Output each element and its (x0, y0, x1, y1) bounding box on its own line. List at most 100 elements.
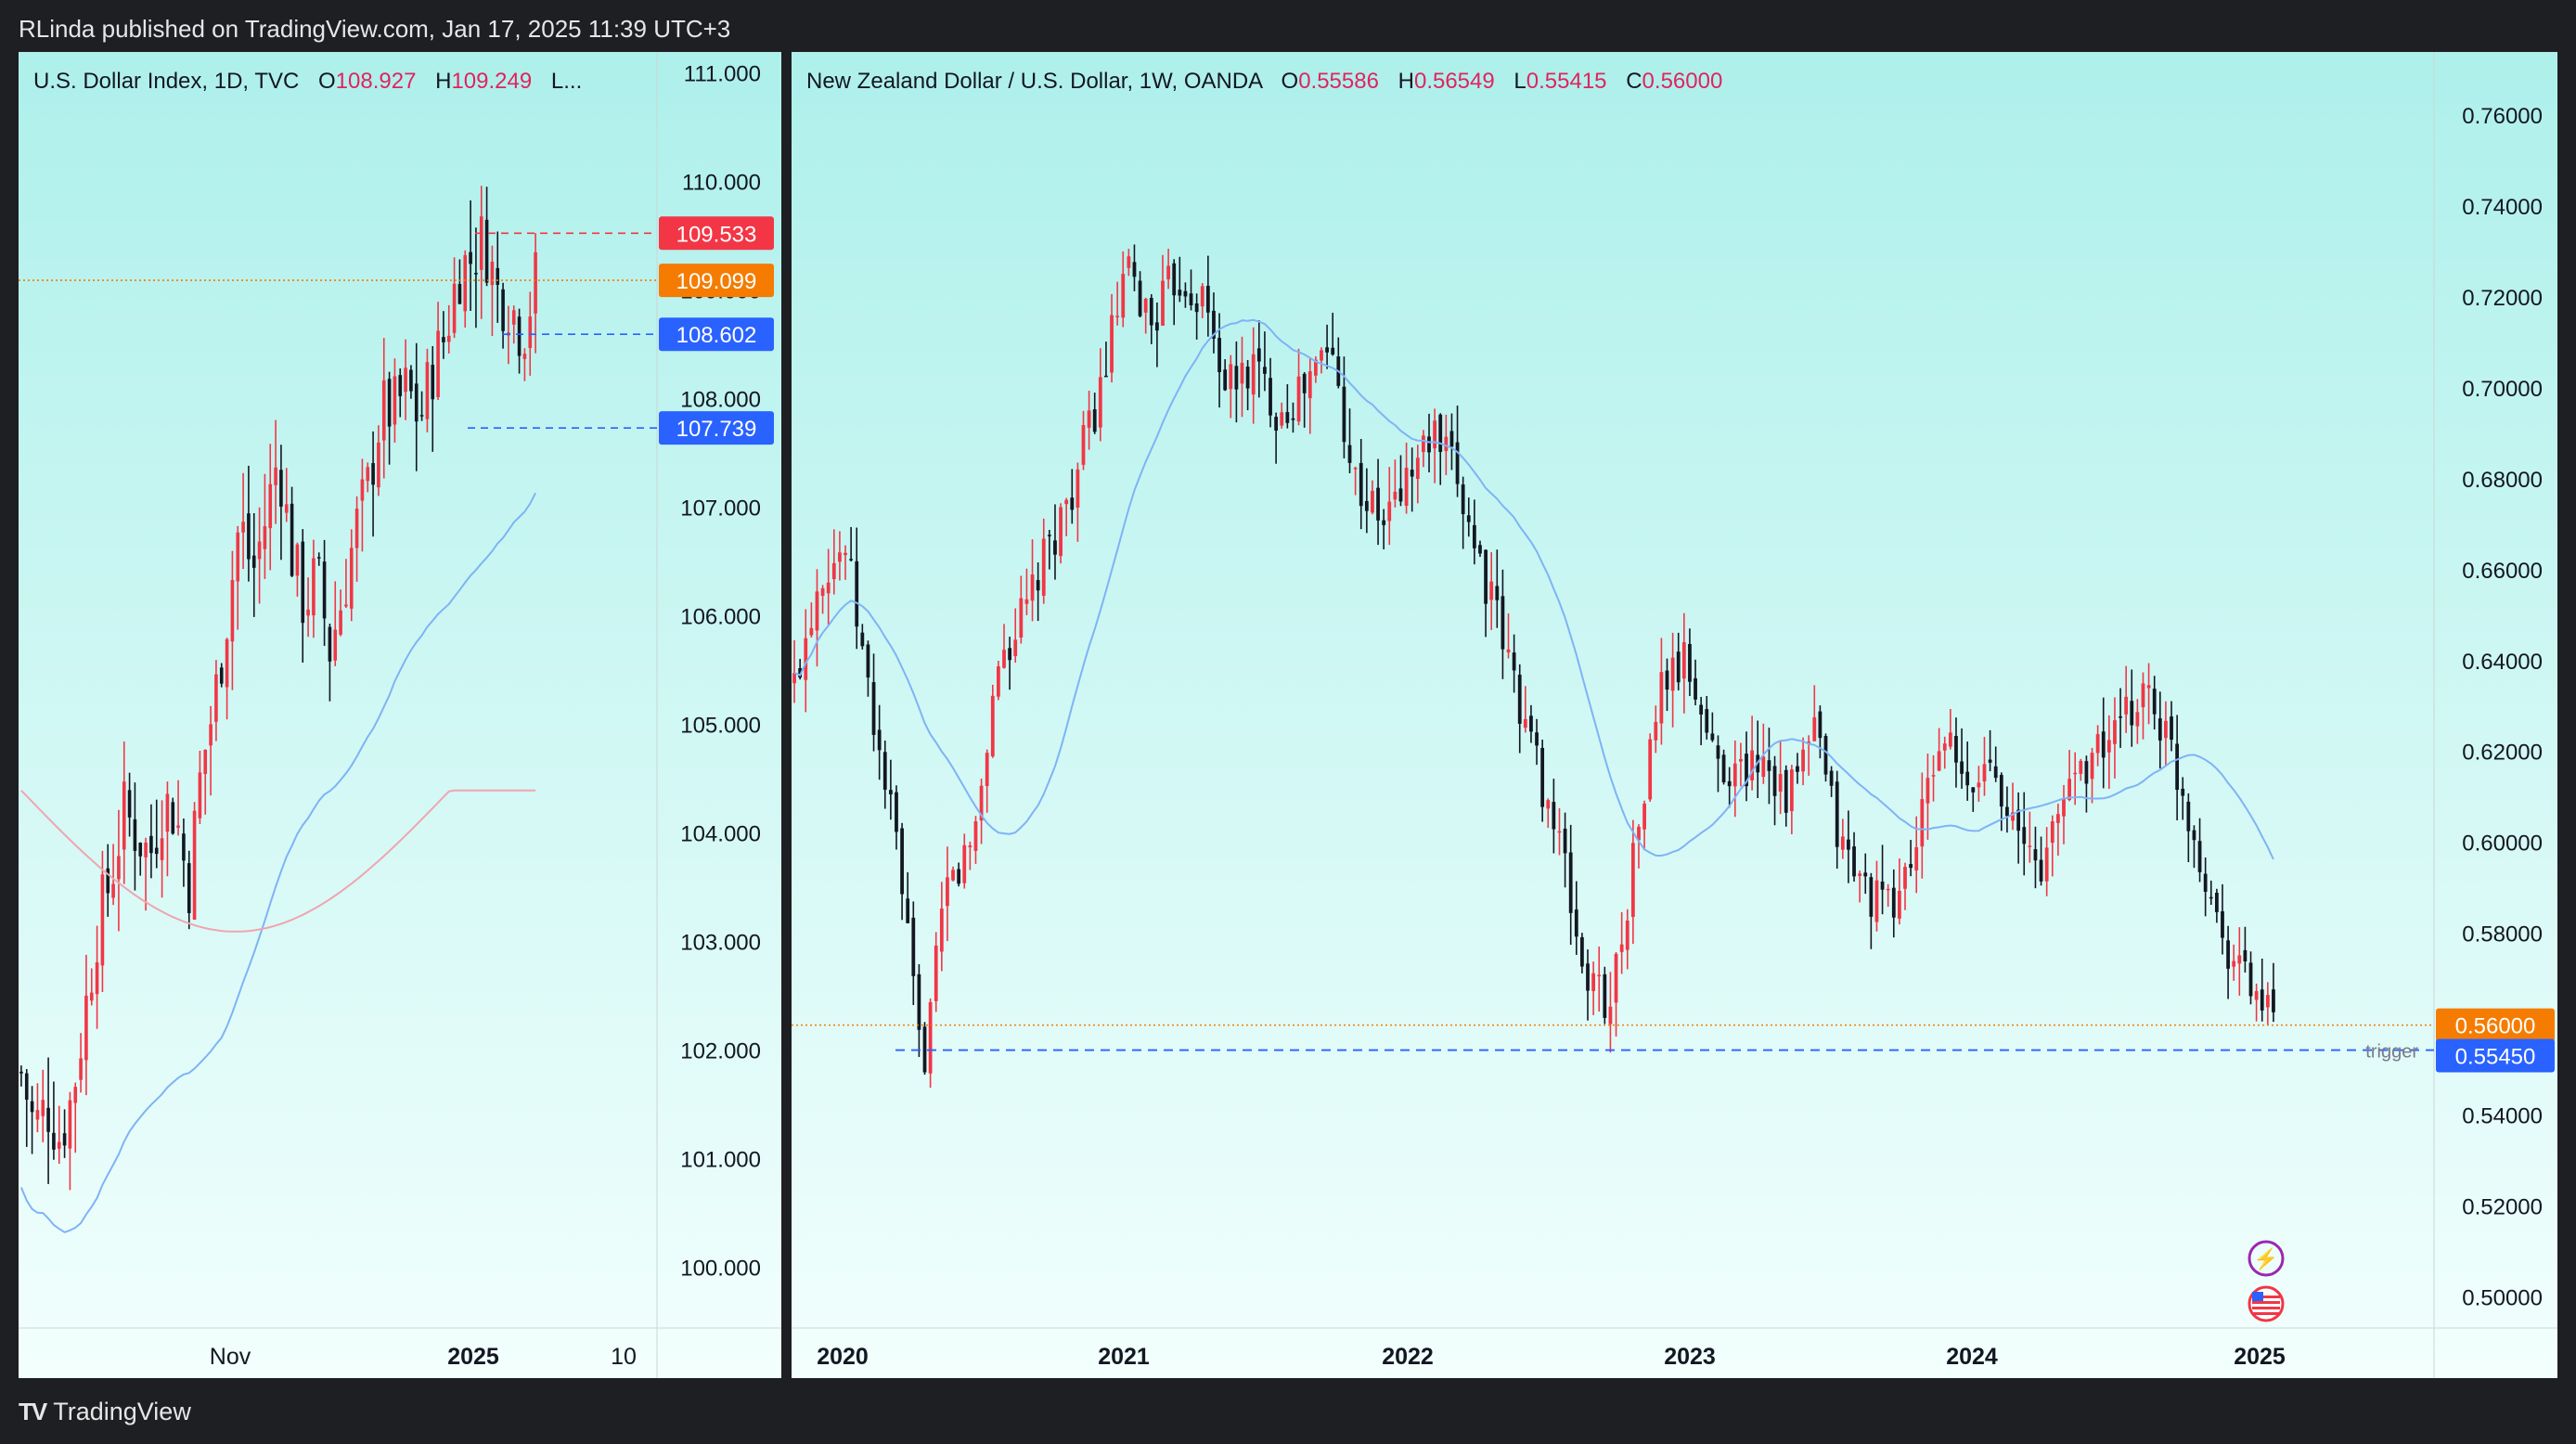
dxy-candle-body (89, 992, 94, 1001)
nzd-candle-body (2209, 896, 2213, 899)
dxy-candle-body (414, 383, 419, 422)
dxy-candle-body (490, 262, 495, 286)
nzd-candle-body (2130, 701, 2134, 726)
nzd-candle-body (1681, 642, 1686, 679)
nzd-candle-body (1699, 704, 1704, 715)
nzd-x-tick-label: 2025 (2234, 1344, 2286, 1370)
nzd-x-tick-label: 2022 (1382, 1344, 1434, 1370)
nzd-y-tick-label: 0.70000 (2462, 377, 2543, 402)
nzd-candle-body (855, 561, 859, 627)
dxy-candle-body (409, 369, 413, 392)
dxy-candle-body (496, 267, 500, 285)
nzd-candle-body (1557, 831, 1562, 833)
nzd-candle-body (1993, 766, 1998, 779)
nzd-candle-body (1574, 909, 1578, 937)
nzd-candle-body (1863, 872, 1868, 877)
nzd-candle-body (1529, 716, 1533, 732)
nzd-candle-body (1087, 410, 1091, 428)
nzd-candle-body (1274, 417, 1279, 431)
footer: TV TradingView (19, 1398, 191, 1426)
us-flag-canton (2252, 1292, 2263, 1301)
dxy-candle-body (469, 251, 472, 264)
nzd-candle-body (1143, 298, 1148, 313)
nzd-candle-body (1359, 462, 1363, 507)
nzd-candle-body (968, 845, 972, 847)
dxy-candle-body (24, 1073, 29, 1100)
dxy-y-tick-label: 108.000 (680, 388, 761, 413)
nzd-candle-body (990, 695, 995, 757)
dxy-candle-body (100, 874, 105, 966)
nzd-candle-body (1325, 347, 1329, 353)
nzd-candle-body (1750, 750, 1755, 780)
nzd-y-tick-label: 0.74000 (2462, 195, 2543, 220)
nzd-candle-body (2033, 849, 2038, 861)
dxy-chart-panel[interactable]: 111.000110.000109.000108.000107.000106.0… (19, 52, 781, 1378)
nzd-level-last-badge: 0.56000 (2455, 1014, 2536, 1039)
dxy-candle-body (198, 772, 202, 819)
dxy-candle-body (479, 216, 483, 270)
dxy-candle-body (528, 316, 533, 349)
nzd-candle-body (1597, 974, 1602, 977)
nzd-candle-body (1189, 293, 1193, 305)
tradingview-logo-icon[interactable]: TV (19, 1398, 47, 1426)
nzd-candle-body (1127, 256, 1131, 268)
dxy-candle-body (225, 638, 229, 688)
nzd-candle-body (1982, 764, 1987, 781)
nzd-candle-body (1586, 963, 1590, 991)
nzd-candle-body (2090, 753, 2094, 780)
dxy-symbol: U.S. Dollar Index, 1D, TVC (33, 69, 300, 94)
nzd-candle-body (1256, 348, 1261, 362)
nzd-candle-body (1965, 771, 1970, 786)
dxy-candle-body (344, 604, 348, 607)
nzd-candle-body (1172, 263, 1177, 296)
dxy-ma-blue-line (19, 492, 536, 1233)
nzd-candle-body (1223, 369, 1228, 391)
nzd-candle-body (962, 844, 967, 883)
nzd-candle-body (1909, 864, 1913, 869)
nzd-candle-body (2248, 962, 2253, 997)
nzdusd-symbol: New Zealand Dollar / U.S. Dollar, 1W, OA… (806, 69, 1262, 94)
nzd-candle-body (1433, 420, 1437, 449)
nzd-candle-body (2192, 830, 2196, 841)
dxy-y-tick-label: 102.000 (680, 1039, 761, 1064)
dxy-candle-body (312, 558, 316, 616)
nzd-candle-body (1942, 743, 1947, 751)
dxy-candle-body (236, 532, 240, 582)
nzd-y-tick-label: 0.52000 (2462, 1195, 2543, 1220)
dxy-candle-body (398, 375, 403, 396)
nzdusd-chart-panel[interactable]: 0.76000 0.74000 0.72000 0.70000 0.68000 0.660… (792, 52, 2557, 1378)
nzd-candle-body (1194, 303, 1199, 313)
nzd-x-tick-label: 2024 (1946, 1344, 1998, 1370)
dxy-level-blue2-badge: 107.739 (676, 417, 757, 442)
dxy-candle-body (474, 272, 478, 275)
nzd-candle-body (1229, 364, 1233, 390)
nzd-candle-body (1818, 711, 1823, 739)
nzd-candle-body (2254, 990, 2259, 1000)
nzd-candle-body (882, 752, 887, 790)
nzd-candle-body (888, 790, 893, 794)
nzd-candle-body (2164, 720, 2168, 739)
nzd-candle-body (1886, 888, 1890, 891)
nzd-candle-body (1121, 274, 1126, 318)
nzd-candle-body (1710, 733, 1715, 741)
nzd-candle-body (1364, 500, 1369, 511)
nzd-candle-body (1501, 596, 1505, 650)
dxy-level-blue1-badge: 108.602 (676, 323, 757, 348)
nzd-candle-body (1898, 890, 1901, 919)
nzd-candle-body (871, 682, 876, 735)
nzd-candle-body (1455, 442, 1460, 484)
dxy-candle-body (154, 847, 159, 855)
nzd-candle-body (1506, 649, 1511, 653)
nzd-candle-body (2157, 718, 2162, 741)
nzd-candle-body (1320, 350, 1323, 361)
dxy-level-last-badge: 109.099 (676, 269, 757, 294)
nzd-candle-body (2272, 989, 2275, 1012)
nzdusd-close-key: C (1626, 69, 1642, 94)
nzd-candle-body (1353, 468, 1358, 470)
nzd-candle-body (900, 828, 904, 895)
nzd-candle-body (1104, 375, 1108, 378)
nzd-candle-body (1036, 580, 1040, 591)
dxy-candle-body (354, 509, 359, 548)
dxy-candle-body (79, 1058, 83, 1080)
nzd-y-tick-label: 0.58000 (2462, 922, 2543, 948)
